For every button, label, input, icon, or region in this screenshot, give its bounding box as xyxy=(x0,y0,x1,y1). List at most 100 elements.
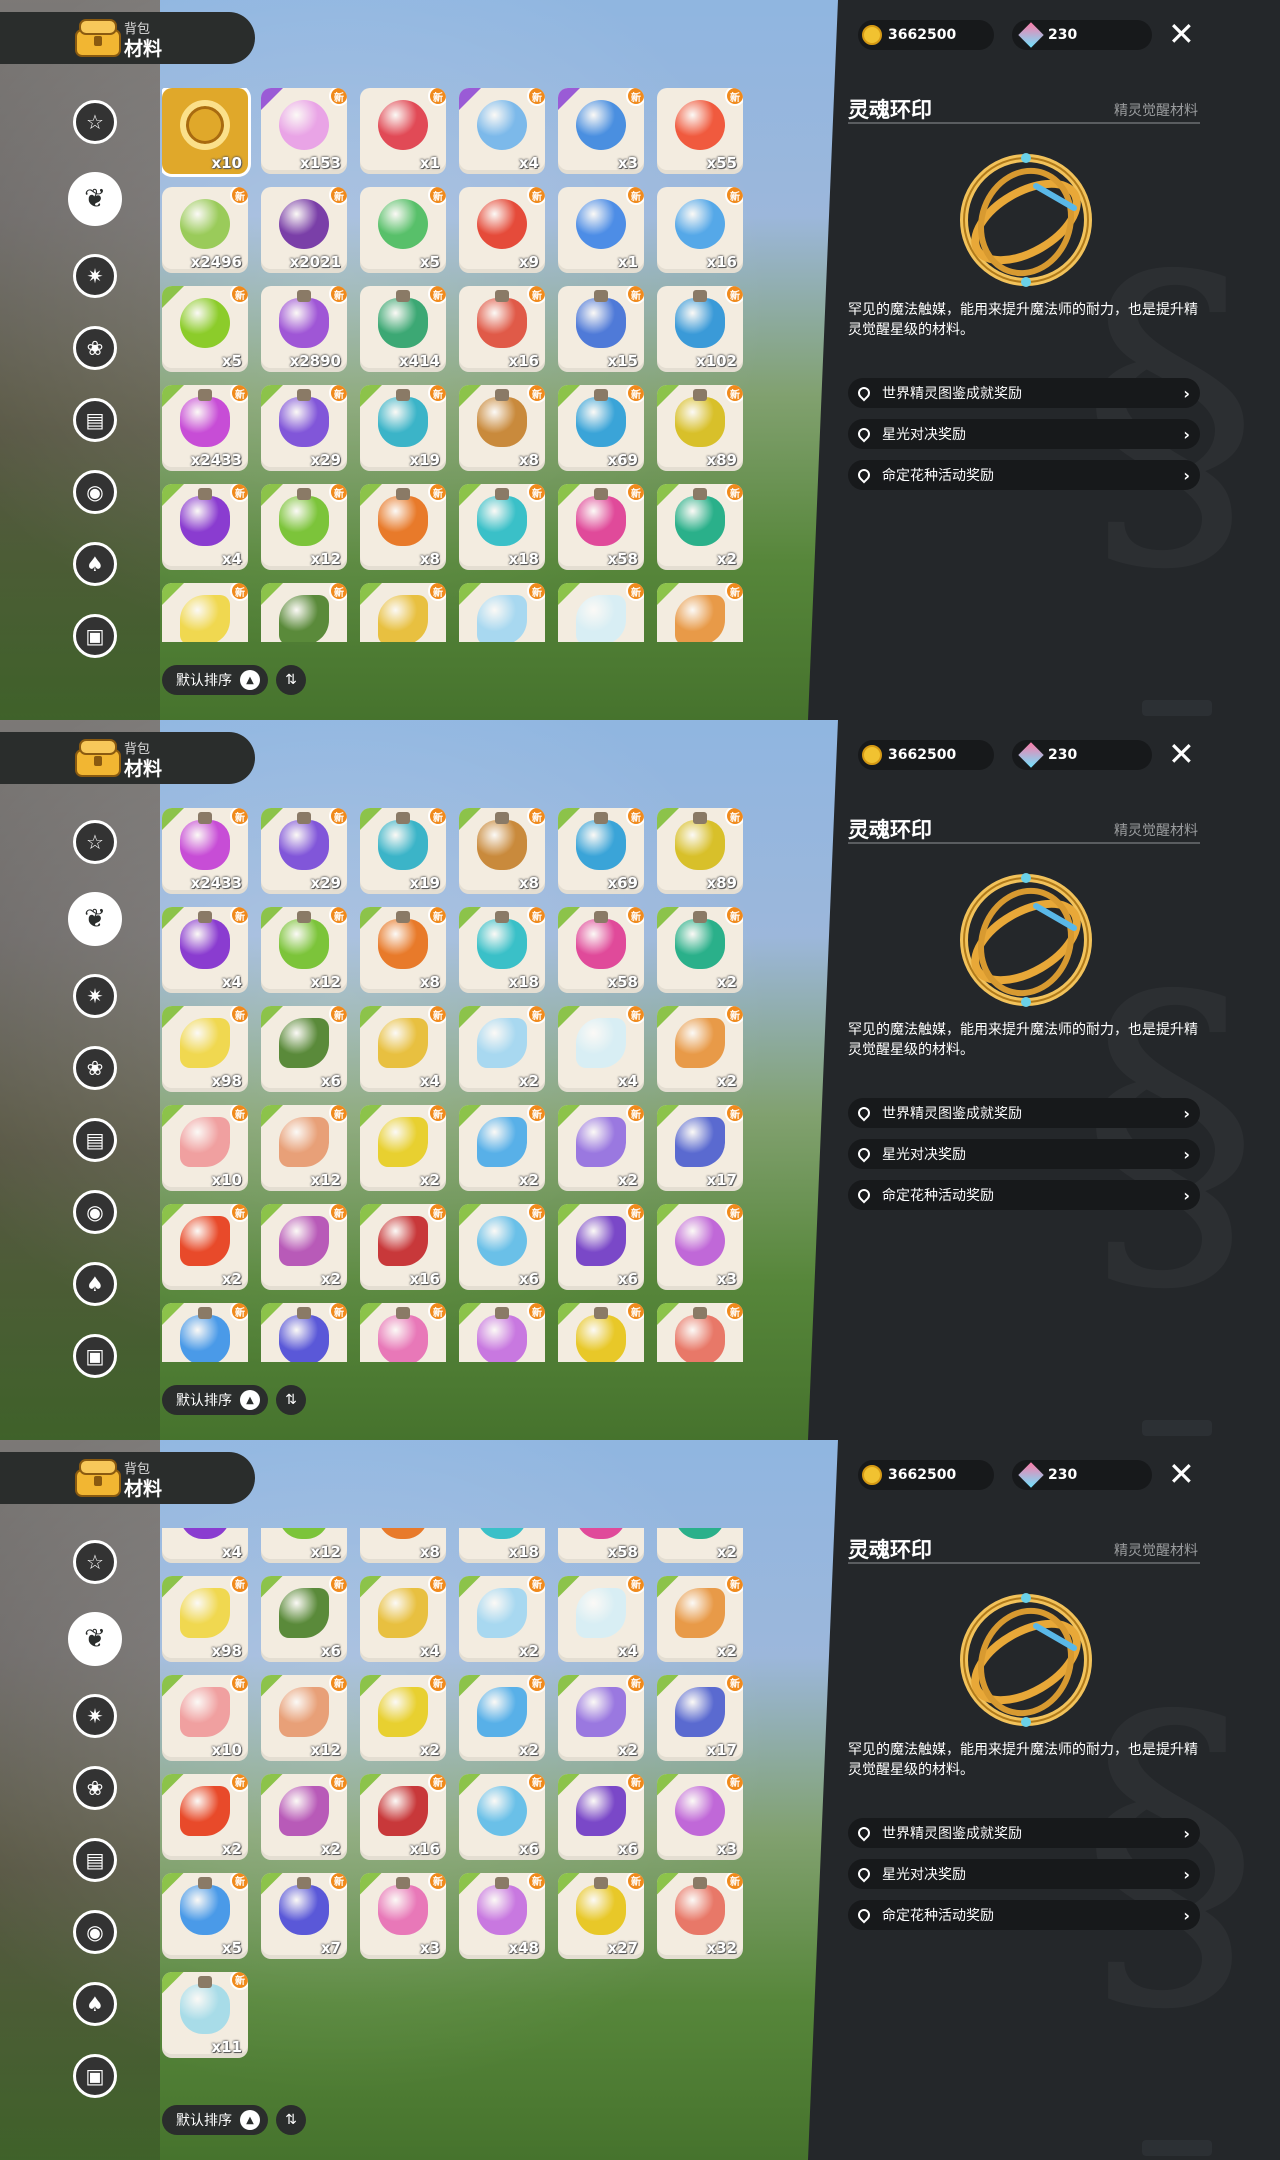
item-slot[interactable]: 新 x55 xyxy=(657,88,743,174)
item-slot[interactable]: 新 x89 xyxy=(657,808,743,894)
close-button[interactable]: ✕ xyxy=(1168,738,1195,770)
item-slot[interactable]: 新x2 xyxy=(459,1575,545,1662)
item-slot[interactable]: 新x12 xyxy=(261,1105,347,1191)
panel-scroll-handle[interactable] xyxy=(1142,2140,1212,2156)
item-grid-viewport[interactable]: x10新x153新x1新x4新x3新x55新x2496新x2021新x5新x9新… xyxy=(162,808,758,1362)
sort-order-button[interactable]: ⇅ xyxy=(276,1385,306,1415)
item-slot[interactable]: 新x4 xyxy=(162,907,248,993)
item-grid-viewport[interactable]: x10新x153新x1新x4新x3新x55新x2496新x2021新x5新x9新… xyxy=(162,88,758,642)
item-slot[interactable]: 新 x29 xyxy=(261,808,347,894)
item-slot[interactable]: 新 x414 xyxy=(360,286,446,372)
item-slot[interactable]: 新x8 xyxy=(360,907,446,993)
sidebar-item-ball[interactable]: ◉ xyxy=(73,1910,117,1954)
sort-dropdown[interactable]: 默认排序 ▲ xyxy=(162,665,268,695)
item-slot[interactable]: 新x2 xyxy=(558,1674,644,1761)
close-button[interactable]: ✕ xyxy=(1168,18,1195,50)
source-item[interactable]: 世界精灵图鉴成就奖励 › xyxy=(848,1098,1200,1128)
item-slot[interactable]: 新x2 xyxy=(657,907,743,993)
item-slot[interactable]: 新 x7 xyxy=(261,1872,347,1959)
source-item[interactable]: 命定花种活动奖励 › xyxy=(848,1180,1200,1210)
item-slot[interactable]: 新x2 xyxy=(657,1006,743,1092)
item-slot[interactable]: 新 x2433 xyxy=(162,385,248,471)
item-slot[interactable]: 新x4 xyxy=(558,1575,644,1662)
panel-scroll-handle[interactable] xyxy=(1142,1420,1212,1436)
item-slot[interactable]: 新x2 xyxy=(162,1773,248,1860)
sidebar-item-acorn[interactable]: ♠ xyxy=(73,1262,117,1306)
item-slot[interactable]: 新x2 xyxy=(657,484,743,570)
sidebar-item-bud[interactable]: ❀ xyxy=(73,1046,117,1090)
item-slot[interactable]: 新 x16 xyxy=(360,1773,446,1860)
item-slot[interactable]: 新x2 xyxy=(459,583,545,642)
item-slot[interactable]: 新x12 xyxy=(261,1528,347,1563)
item-slot[interactable]: 新x8 xyxy=(459,808,545,894)
item-slot[interactable]: 新x5 xyxy=(162,286,248,372)
item-slot[interactable]: 新x98 xyxy=(162,583,248,642)
item-slot[interactable]: 新 x1 xyxy=(360,88,446,174)
item-slot[interactable]: 新x8 xyxy=(360,484,446,570)
panel-scroll-handle[interactable] xyxy=(1142,700,1212,716)
item-slot[interactable]: 新 x3 xyxy=(657,1773,743,1860)
sidebar-item-box[interactable]: ▣ xyxy=(73,2054,117,2098)
item-slot[interactable]: 新x4 xyxy=(162,1528,248,1563)
item-slot[interactable]: 新 x2496 xyxy=(162,187,248,273)
source-item[interactable]: 世界精灵图鉴成就奖励 › xyxy=(848,1818,1200,1848)
item-slot[interactable]: 新 x6 xyxy=(558,1773,644,1860)
item-slot[interactable]: 新 x3 xyxy=(558,88,644,174)
item-slot[interactable]: 新 x2021 xyxy=(261,187,347,273)
sidebar-item-leaf[interactable]: ❦ xyxy=(68,892,122,946)
sidebar-item-star[interactable]: ☆ xyxy=(73,100,117,144)
item-slot[interactable]: 新 x16 xyxy=(360,1204,446,1290)
item-slot[interactable]: 新x2 xyxy=(657,583,743,642)
item-slot[interactable]: 新 x6 xyxy=(459,1773,545,1860)
item-slot[interactable]: 新x2 xyxy=(459,1006,545,1092)
source-item[interactable]: 星光对决奖励 › xyxy=(848,1859,1200,1889)
sidebar-item-box[interactable]: ▣ xyxy=(73,614,117,658)
sidebar-item-acorn[interactable]: ♠ xyxy=(73,1982,117,2026)
item-slot[interactable]: 新 x3 xyxy=(360,1872,446,1959)
source-item[interactable]: 星光对决奖励 › xyxy=(848,419,1200,449)
item-slot[interactable]: 新x8 xyxy=(360,1528,446,1563)
item-slot[interactable]: 新x2 xyxy=(261,1204,347,1290)
item-slot[interactable]: 新x2 xyxy=(657,1575,743,1662)
item-slot[interactable]: 新 x6 xyxy=(261,1006,347,1092)
item-slot[interactable]: 新x4 xyxy=(360,1575,446,1662)
item-slot[interactable]: 新 x6 xyxy=(558,1204,644,1290)
item-slot[interactable]: 新 x10 xyxy=(162,1674,248,1761)
item-slot[interactable]: 新x32 xyxy=(657,1303,743,1362)
sidebar-item-leaf[interactable]: ❦ xyxy=(68,172,122,226)
item-slot[interactable]: 新 x102 xyxy=(657,286,743,372)
sidebar-item-acorn[interactable]: ♠ xyxy=(73,542,117,586)
item-slot[interactable]: 新 x29 xyxy=(261,385,347,471)
sidebar-item-leaf[interactable]: ❦ xyxy=(68,1612,122,1666)
item-slot[interactable]: 新x12 xyxy=(261,1674,347,1761)
item-slot[interactable]: 新 x18 xyxy=(459,484,545,570)
sidebar-item-star[interactable]: ☆ xyxy=(73,1540,117,1584)
item-slot[interactable]: 新 x15 xyxy=(558,286,644,372)
sidebar-item-bud[interactable]: ❀ xyxy=(73,1766,117,1810)
item-slot[interactable]: 新 x6 xyxy=(459,1204,545,1290)
item-slot[interactable]: 新 x58 xyxy=(558,907,644,993)
item-slot[interactable]: 新 x11 xyxy=(162,1971,248,2058)
item-slot[interactable]: 新 x58 xyxy=(558,484,644,570)
sort-dropdown[interactable]: 默认排序 ▲ xyxy=(162,2105,268,2135)
item-slot[interactable]: 新x4 xyxy=(558,1006,644,1092)
item-slot[interactable]: 新 x10 xyxy=(162,1105,248,1191)
item-slot[interactable]: 新 x69 xyxy=(558,808,644,894)
sidebar-item-card[interactable]: ▤ xyxy=(73,398,117,442)
item-slot[interactable]: 新x2 xyxy=(360,1105,446,1191)
item-slot[interactable]: 新x5 xyxy=(162,1303,248,1362)
item-slot[interactable]: 新 x6 xyxy=(261,1575,347,1662)
item-slot[interactable]: 新x27 xyxy=(558,1872,644,1959)
item-slot[interactable]: 新x98 xyxy=(162,1575,248,1662)
item-slot[interactable]: 新x27 xyxy=(558,1303,644,1362)
sort-order-button[interactable]: ⇅ xyxy=(276,2105,306,2135)
item-slot[interactable]: 新x2 xyxy=(360,1674,446,1761)
item-slot[interactable]: 新x12 xyxy=(261,484,347,570)
item-slot[interactable]: 新 x16 xyxy=(657,187,743,273)
close-button[interactable]: ✕ xyxy=(1168,1458,1195,1490)
item-slot[interactable]: 新 x9 xyxy=(459,187,545,273)
sidebar-item-ball[interactable]: ◉ xyxy=(73,1190,117,1234)
sort-order-button[interactable]: ⇅ xyxy=(276,665,306,695)
item-slot[interactable]: 新 x17 xyxy=(657,1674,743,1761)
sidebar-item-burst[interactable]: ✷ xyxy=(73,254,117,298)
